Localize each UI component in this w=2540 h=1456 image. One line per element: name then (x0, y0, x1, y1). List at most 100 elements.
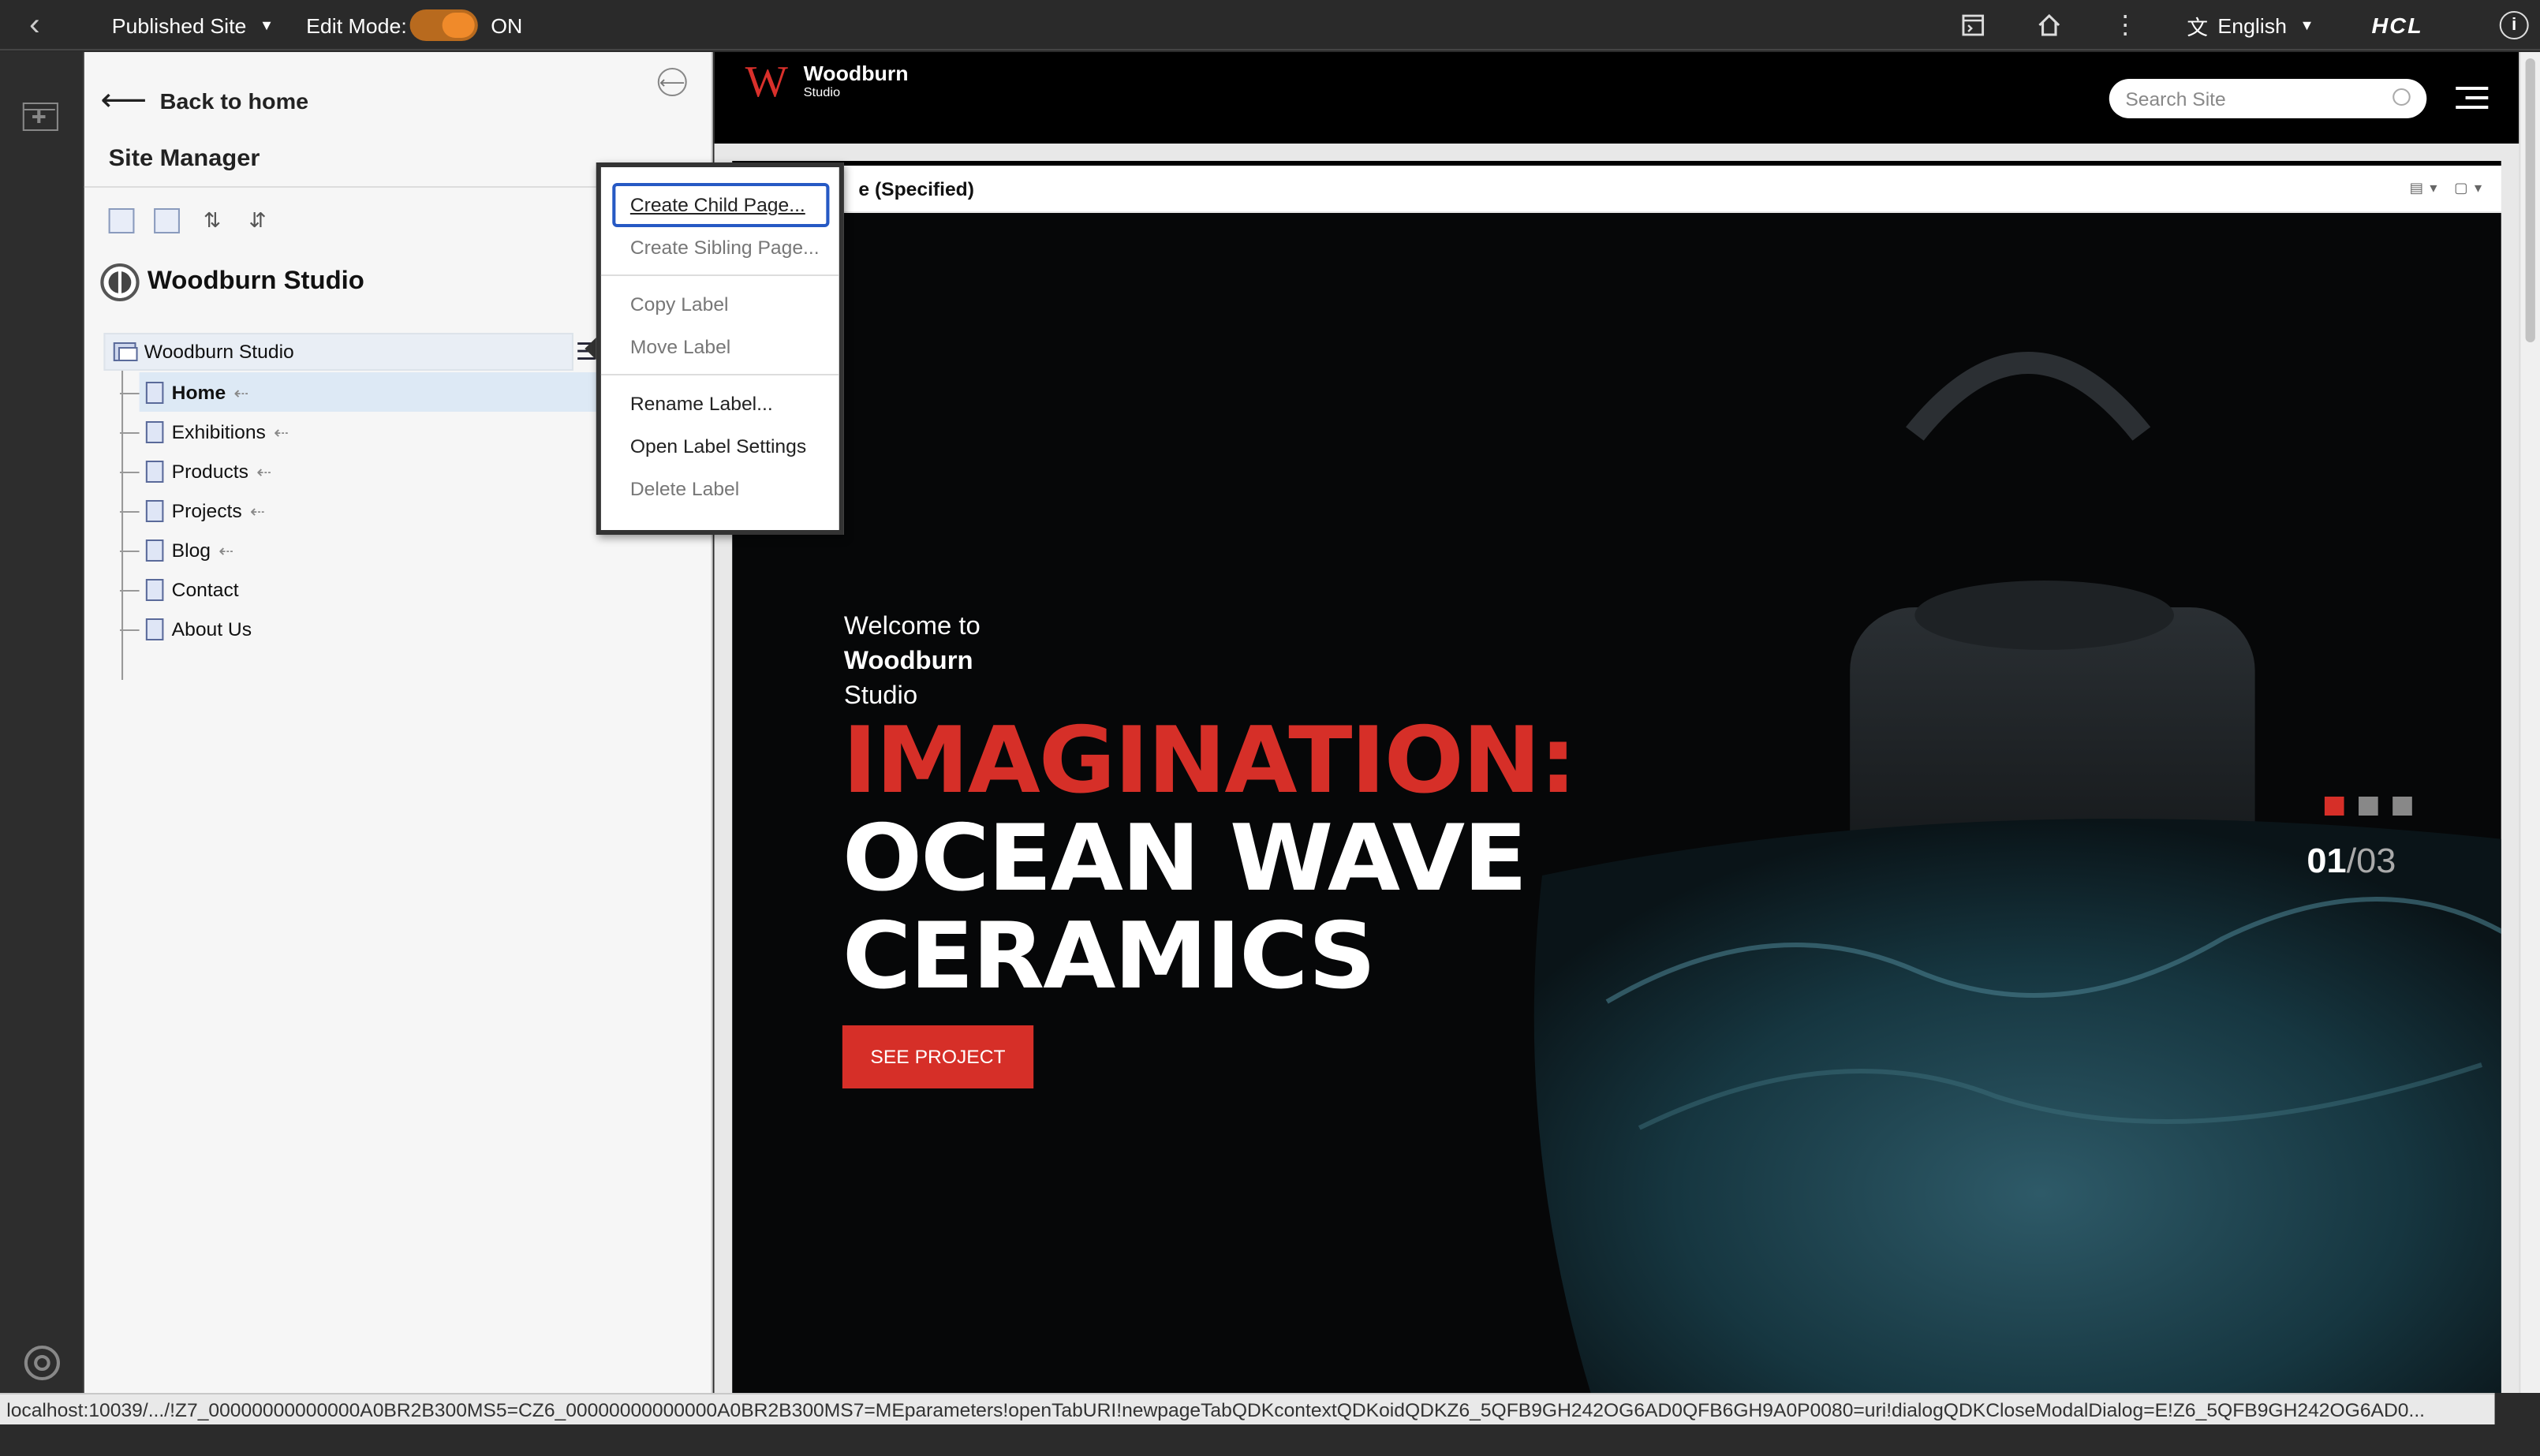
page-icon (145, 421, 164, 443)
help-lifebuoy-icon[interactable] (24, 1346, 60, 1380)
translate-icon: 文 (2187, 15, 2209, 39)
language-label: English (2217, 13, 2287, 37)
search-placeholder: Search Site (2125, 88, 2226, 110)
portlet-title: e (Specified) (858, 178, 974, 200)
tree-root-label: Woodburn Studio (144, 341, 294, 363)
tree-item-home[interactable]: Home ⇠ (119, 374, 249, 412)
site-preview: W Woodburn Studio Search Site e (Specifi… (714, 52, 2519, 1393)
edit-mode-toggle[interactable] (409, 0, 478, 50)
chevron-down-icon: ▼ (2299, 17, 2314, 33)
tree-item-exhibitions[interactable]: Exhibitions ⇠ (119, 413, 289, 451)
hero-banner: Welcome to Woodburn Studio IMAGINATION: … (732, 213, 2501, 1393)
search-input[interactable]: Search Site (2109, 79, 2427, 118)
welcome-line: Welcome to (843, 614, 981, 640)
slide-current: 01 (2307, 841, 2347, 880)
page-icon (145, 382, 164, 404)
tree-item-about-us[interactable]: About Us (119, 610, 252, 648)
slide-counter: 01/03 (2307, 841, 2396, 882)
logo-subtitle: Studio (803, 85, 841, 99)
tree-item-label: Contact (171, 579, 239, 601)
collapse-panel-icon[interactable]: ⟵ (657, 68, 687, 96)
tree-item-products[interactable]: Products ⇠ (119, 453, 272, 491)
search-icon[interactable] (2392, 88, 2411, 106)
left-rail (0, 52, 84, 1393)
menu-divider (600, 274, 839, 276)
portlet-actions-icon[interactable]: ▤▾ ▢▾ (2410, 180, 2489, 197)
slide-total: /03 (2346, 841, 2396, 880)
page-icon (145, 539, 164, 562)
site-select-label: Published Site (111, 13, 247, 37)
chevron-down-icon: ▼ (259, 17, 275, 33)
back-icon[interactable]: ‹ (29, 0, 40, 50)
site-header: Woodburn Studio (100, 263, 364, 301)
menu-open-label-settings[interactable]: Open Label Settings (630, 431, 806, 462)
panel-title: Site Manager (108, 145, 260, 172)
headline-line: CERAMICS (842, 902, 1376, 1010)
tree-item-contact[interactable]: Contact (119, 571, 239, 609)
page-icon (145, 618, 164, 640)
welcome-brand: Woodburn (843, 648, 973, 675)
menu-create-child-page[interactable]: Create Child Page... (630, 189, 805, 221)
info-icon[interactable]: i (2499, 0, 2529, 50)
welcome-text: Welcome to Woodburn Studio (844, 610, 981, 715)
edit-mode-state: ON (491, 13, 523, 37)
link-arrow-icon: ⇠ (219, 542, 234, 561)
page-icon (145, 500, 164, 522)
folder-icon (113, 342, 138, 361)
vertical-scrollbar[interactable] (2519, 52, 2540, 1393)
headline-line: OCEAN WAVE (842, 805, 1528, 912)
hamburger-menu-icon[interactable] (2456, 87, 2489, 109)
link-arrow-icon: ⇠ (256, 463, 272, 482)
page-properties-icon[interactable] (154, 208, 180, 233)
expand-all-icon[interactable]: ⇅ (200, 208, 226, 233)
globe-icon (100, 263, 140, 301)
tree-item-label: About Us (171, 618, 252, 640)
slide-dot[interactable] (2324, 797, 2344, 816)
logo-name: Woodburn (803, 62, 909, 85)
page-context-menu: Create Child Page... Create Sibling Page… (596, 162, 844, 535)
tree-root[interactable]: Woodburn Studio (103, 333, 573, 371)
new-page-icon[interactable] (108, 208, 135, 233)
slide-dot[interactable] (2359, 797, 2378, 816)
menu-delete-label[interactable]: Delete Label (630, 473, 739, 505)
slide-indicators (2324, 797, 2412, 816)
scrollbar-thumb[interactable] (2525, 58, 2535, 342)
page-icon (145, 461, 164, 483)
tree-item-label: Projects (171, 500, 242, 522)
page-icon (145, 579, 164, 601)
edit-mode-label: Edit Mode: (306, 13, 407, 37)
back-to-home-label: Back to home (159, 88, 309, 113)
link-arrow-icon: ⇠ (233, 384, 249, 403)
menu-copy-label[interactable]: Copy Label (630, 289, 729, 320)
menu-divider (600, 374, 839, 375)
tree-item-projects[interactable]: Projects ⇠ (119, 492, 265, 530)
top-bar: ‹ Published Site ▼ Edit Mode: ON ⋮ 文 Eng… (0, 0, 2540, 50)
link-arrow-icon: ⇠ (249, 502, 265, 521)
menu-rename-label[interactable]: Rename Label... (630, 388, 773, 420)
hcl-logo: HCL (2371, 13, 2423, 38)
portlet-header: e (Specified) ▤▾ ▢▾ (732, 161, 2501, 211)
arrow-left-icon: ⟵ (100, 84, 148, 118)
site-select[interactable]: Published Site ▼ (112, 0, 274, 50)
preview-icon[interactable] (1959, 0, 1988, 50)
home-icon[interactable] (2034, 0, 2064, 50)
see-project-button[interactable]: SEE PROJECT (842, 1025, 1034, 1088)
more-vertical-icon[interactable]: ⋮ (2111, 0, 2140, 50)
language-select[interactable]: 文 English ▼ (2187, 0, 2314, 50)
tree-item-blog[interactable]: Blog ⇠ (119, 532, 234, 569)
menu-move-label[interactable]: Move Label (630, 331, 730, 363)
back-to-home-link[interactable]: ⟵ Back to home (100, 80, 308, 120)
tree-item-label: Blog (171, 539, 211, 562)
collapse-all-icon[interactable]: ⇵ (245, 208, 271, 233)
tree-item-label: Home (171, 382, 226, 404)
add-content-icon[interactable] (22, 103, 58, 131)
menu-create-sibling-page[interactable]: Create Sibling Page... (630, 232, 820, 263)
slide-dot[interactable] (2392, 797, 2412, 816)
tree-item-label: Exhibitions (171, 421, 266, 443)
woodburn-logo[interactable]: W (745, 58, 788, 109)
site-header-bar: W Woodburn Studio Search Site (714, 52, 2519, 144)
tree-item-label: Products (171, 461, 248, 483)
headline-red: IMAGINATION: (842, 707, 1577, 814)
status-url-bar: localhost:10039/.../!Z7_00000000000000A0… (0, 1393, 2495, 1424)
link-arrow-icon: ⇠ (274, 424, 289, 442)
